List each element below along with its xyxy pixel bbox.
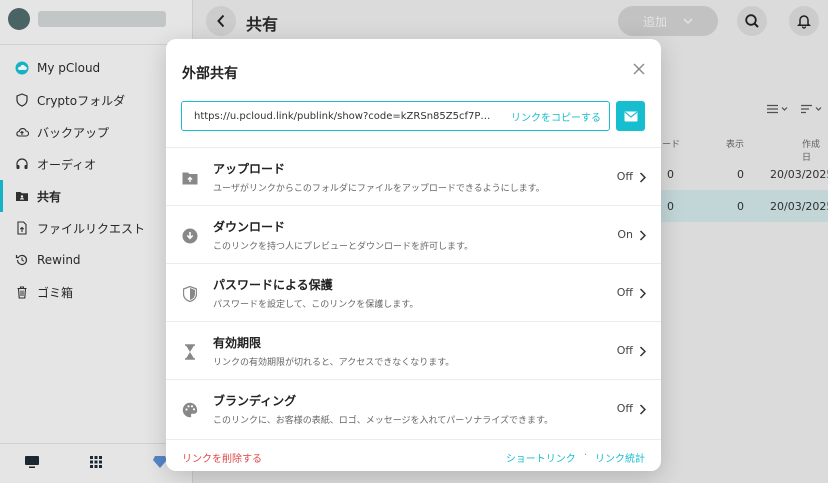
upload-folder-icon — [182, 170, 198, 186]
option-status: On — [617, 228, 633, 241]
option-title: 有効期限 — [213, 336, 262, 350]
palette-icon — [182, 402, 198, 418]
close-button[interactable] — [631, 61, 647, 77]
link-field[interactable]: https://u.pcloud.link/publink/show?code=… — [181, 101, 610, 131]
mail-icon — [624, 111, 637, 121]
copy-link-button[interactable]: リンクをコピーする — [511, 109, 601, 124]
download-icon — [182, 228, 198, 244]
option-status: Off — [616, 170, 633, 183]
link-stats-button[interactable]: リンク統計 — [595, 450, 645, 465]
email-link-button[interactable] — [616, 101, 645, 131]
option-description: ユーザがリンクからこのフォルダにファイルをアップロードできるようにします。 — [213, 184, 545, 194]
close-icon — [633, 63, 645, 75]
option-expiration[interactable]: 有効期限 リンクの有効期限が切れると、アクセスできなくなります。 Off — [166, 321, 661, 379]
option-title: ダウンロード — [213, 220, 286, 234]
link-url[interactable]: https://u.pcloud.link/publink/show?code=… — [194, 111, 494, 122]
option-description: このリンクに、お客様の表紙、ロゴ、メッセージを入れてパーソナライズできます。 — [213, 416, 554, 426]
option-status: Off — [616, 344, 633, 357]
option-description: パスワードを設定して、このリンクを保護します。 — [213, 300, 419, 310]
option-password[interactable]: パスワードによる保護 パスワードを設定して、このリンクを保護します。 Off — [166, 263, 661, 321]
modal-title: 外部共有 — [182, 66, 238, 82]
option-status: Off — [616, 402, 633, 415]
footer-separator: · — [583, 450, 587, 461]
option-description: リンクの有効期限が切れると、アクセスできなくなります。 — [213, 358, 455, 368]
shield-lock-icon — [182, 286, 198, 302]
chevron-right-icon — [637, 228, 647, 242]
option-description: このリンクを持つ人にプレビューとダウンロードを許可します。 — [213, 242, 474, 252]
option-upload[interactable]: アップロード ユーザがリンクからこのフォルダにファイルをアップロードできるように… — [166, 147, 661, 205]
short-link-button[interactable]: ショートリンク — [506, 450, 576, 465]
hourglass-icon — [182, 344, 198, 360]
share-link-modal: 外部共有 https://u.pcloud.link/publink/show?… — [166, 39, 661, 471]
chevron-right-icon — [637, 286, 647, 300]
option-status: Off — [616, 286, 633, 299]
share-options-list: アップロード ユーザがリンクからこのフォルダにファイルをアップロードできるように… — [166, 147, 661, 437]
delete-link-button[interactable]: リンクを削除する — [182, 450, 262, 465]
chevron-right-icon — [637, 402, 647, 416]
option-title: ブランディング — [213, 394, 297, 408]
option-download[interactable]: ダウンロード このリンクを持つ人にプレビューとダウンロードを許可します。 On — [166, 205, 661, 263]
option-title: アップロード — [213, 162, 286, 176]
chevron-right-icon — [637, 344, 647, 358]
option-title: パスワードによる保護 — [213, 278, 333, 292]
link-row: https://u.pcloud.link/publink/show?code=… — [181, 101, 645, 131]
option-branding[interactable]: ブランディング このリンクに、お客様の表紙、ロゴ、メッセージを入れてパーソナライ… — [166, 379, 661, 437]
modal-footer: リンクを削除する ショートリンク · リンク統計 — [166, 439, 661, 471]
chevron-right-icon — [637, 170, 647, 184]
footer-links: ショートリンク · リンク統計 — [506, 450, 645, 465]
